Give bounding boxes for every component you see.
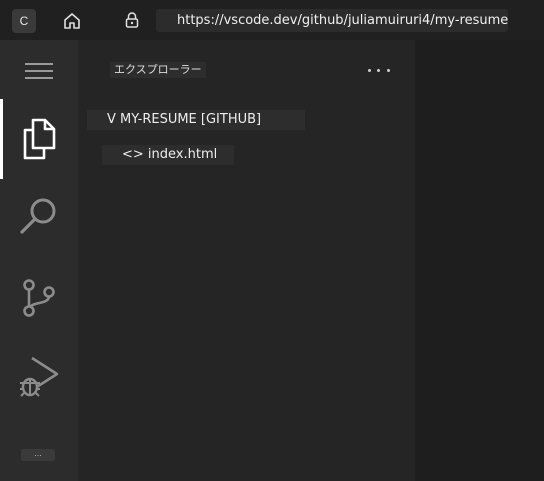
explorer-button[interactable]: [0, 99, 78, 179]
home-button[interactable]: [60, 9, 84, 33]
source-control-button[interactable]: [0, 258, 78, 338]
files-icon: [23, 118, 56, 160]
home-icon: [64, 13, 80, 29]
browser-toolbar: C https://vscode.dev/github/juliamuiruri…: [0, 0, 544, 40]
tab-favicon[interactable]: C: [12, 9, 36, 33]
lock-icon[interactable]: [122, 10, 142, 30]
source-control-icon: [23, 279, 55, 317]
menu-icon: [25, 63, 53, 79]
editor-area[interactable]: [415, 40, 544, 481]
run-debug-icon: [20, 356, 59, 397]
accounts-button[interactable]: ...: [21, 449, 55, 461]
ellipsis-dot: [386, 68, 390, 72]
activity-bar: ...: [0, 40, 78, 481]
more-actions-button[interactable]: [365, 64, 393, 76]
sidebar-title: エクスプローラー: [110, 62, 206, 78]
ellipsis-icon: [368, 68, 372, 72]
file-item-index-html[interactable]: <> index.html: [102, 145, 234, 165]
url-text: https://vscode.dev/github/juliamuiruri4/…: [177, 13, 509, 28]
explorer-sidebar: エクスプローラー V MY-RESUME [GITHUB] <> index.h…: [78, 40, 415, 481]
run-debug-button[interactable]: [0, 337, 78, 417]
ellipsis-dot: [377, 68, 381, 72]
search-button[interactable]: [0, 176, 78, 256]
repo-folder-header[interactable]: V MY-RESUME [GITHUB]: [87, 110, 305, 130]
address-bar[interactable]: https://vscode.dev/github/juliamuiruri4/…: [156, 9, 508, 32]
search-icon: [20, 198, 56, 234]
